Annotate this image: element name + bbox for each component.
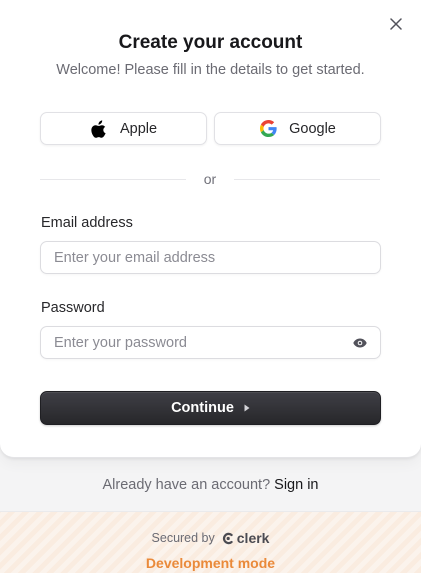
continue-label: Continue	[171, 400, 234, 416]
apple-sign-in-button[interactable]: Apple	[40, 112, 207, 145]
clerk-logo[interactable]: clerk	[222, 530, 270, 546]
email-label: Email address	[41, 215, 133, 231]
sign-up-page: Create your account Welcome! Please fill…	[0, 0, 421, 573]
password-field-container	[40, 326, 381, 359]
email-input[interactable]	[41, 242, 380, 273]
google-button-label: Google	[289, 120, 336, 137]
close-icon	[390, 18, 402, 30]
password-label: Password	[41, 300, 105, 316]
sign-up-card: Create your account Welcome! Please fill…	[0, 0, 421, 458]
divider-line-left	[40, 179, 186, 180]
show-password-toggle[interactable]	[352, 335, 368, 351]
footer-strip: Secured by clerk Development mode	[0, 511, 421, 573]
sign-in-prompt-text: Already have an account?	[102, 477, 271, 493]
clerk-logo-text: clerk	[236, 530, 270, 546]
sign-in-prompt: Already have an account? Sign in	[0, 476, 421, 494]
apple-button-label: Apple	[119, 120, 158, 137]
secured-by-text: Secured by	[151, 531, 215, 545]
secured-by-row: Secured by clerk	[0, 530, 421, 546]
development-mode-badge: Development mode	[145, 555, 276, 571]
divider-or: or	[203, 171, 217, 187]
sign-in-link[interactable]: Sign in	[274, 477, 318, 493]
email-field-container	[40, 241, 381, 274]
google-icon	[259, 120, 277, 138]
page-subtitle: Welcome! Please fill in the details to g…	[56, 62, 365, 78]
apple-icon	[90, 119, 108, 138]
page-title: Create your account	[118, 32, 303, 53]
eye-icon	[353, 338, 367, 348]
divider-line-right	[234, 179, 380, 180]
continue-button[interactable]: Continue	[40, 391, 381, 425]
password-input[interactable]	[41, 327, 380, 358]
caret-right-icon	[244, 404, 250, 412]
google-sign-in-button[interactable]: Google	[214, 112, 381, 145]
clerk-logo-icon	[222, 532, 234, 545]
